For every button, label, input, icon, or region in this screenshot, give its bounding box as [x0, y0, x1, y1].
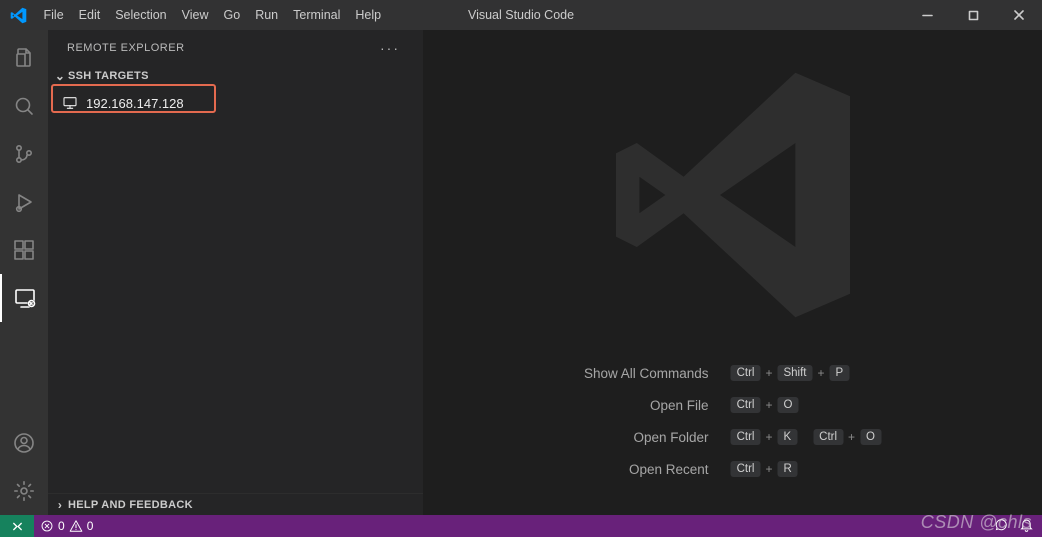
sidebar: REMOTE EXPLORER ··· ⌄ SSH TARGETS 192.16…: [48, 30, 423, 515]
settings-gear-icon[interactable]: [0, 467, 48, 515]
menu-view[interactable]: View: [174, 0, 216, 30]
explorer-icon[interactable]: [0, 34, 48, 82]
section-label: SSH TARGETS: [68, 70, 149, 82]
menu-run[interactable]: Run: [248, 0, 286, 30]
monitor-icon: [62, 95, 78, 111]
menu-terminal[interactable]: Terminal: [286, 0, 348, 30]
feedback-icon[interactable]: [994, 517, 1009, 535]
section-ssh-targets[interactable]: ⌄ SSH TARGETS: [48, 65, 423, 87]
help-section-label: HELP AND FEEDBACK: [68, 499, 193, 511]
chevron-down-icon: ⌄: [52, 69, 68, 83]
extensions-icon[interactable]: [0, 226, 48, 274]
shortcut-open-recent-keys: Ctrl+ R: [731, 461, 881, 477]
problems-status[interactable]: 0 0: [34, 515, 99, 537]
menu-selection[interactable]: Selection: [108, 0, 174, 30]
vscode-watermark-logo: [603, 65, 863, 325]
notifications-icon[interactable]: [1019, 517, 1034, 535]
shortcut-open-file-keys: Ctrl+ O: [731, 397, 881, 413]
key: R: [777, 461, 797, 477]
menu-help[interactable]: Help: [348, 0, 389, 30]
key: Ctrl: [731, 429, 761, 445]
menubar: File Edit Selection View Go Run Terminal…: [36, 0, 389, 30]
error-count: 0: [58, 519, 65, 533]
shortcut-open-folder-keys: Ctrl+ K Ctrl+ O: [731, 429, 881, 445]
section-help-feedback[interactable]: › HELP AND FEEDBACK: [48, 493, 423, 515]
shortcut-open-file-label: Open File: [584, 398, 709, 413]
menu-go[interactable]: Go: [216, 0, 248, 30]
key: P: [830, 365, 850, 381]
ssh-target-host: 192.168.147.128: [86, 96, 184, 111]
activity-bar: [0, 30, 48, 515]
key: K: [777, 429, 797, 445]
warning-count: 0: [87, 519, 94, 533]
sidebar-title: REMOTE EXPLORER ···: [48, 30, 423, 65]
more-actions-icon[interactable]: ···: [380, 40, 400, 56]
titlebar: File Edit Selection View Go Run Terminal…: [0, 0, 1042, 30]
shortcut-show-all-keys: Ctrl+ Shift+ P: [731, 365, 881, 381]
search-icon[interactable]: [0, 82, 48, 130]
key: Shift: [777, 365, 812, 381]
shortcut-open-folder-label: Open Folder: [584, 430, 709, 445]
window-controls: [904, 0, 1042, 30]
remote-explorer-icon[interactable]: [0, 274, 48, 322]
menu-file[interactable]: File: [36, 0, 71, 30]
accounts-icon[interactable]: [0, 419, 48, 467]
remote-window-indicator[interactable]: [0, 515, 34, 537]
menu-edit[interactable]: Edit: [71, 0, 108, 30]
shortcut-open-recent-label: Open Recent: [584, 462, 709, 477]
minimize-button[interactable]: [904, 0, 950, 30]
editor-area: Show All Commands Ctrl+ Shift+ P Open Fi…: [423, 30, 1042, 515]
key: Ctrl: [731, 397, 761, 413]
chevron-right-icon: ›: [52, 498, 68, 512]
key: O: [860, 429, 881, 445]
close-button[interactable]: [996, 0, 1042, 30]
welcome-shortcuts: Show All Commands Ctrl+ Shift+ P Open Fi…: [584, 365, 881, 477]
key: Ctrl: [813, 429, 843, 445]
warning-icon: [69, 519, 83, 533]
maximize-button[interactable]: [950, 0, 996, 30]
shortcut-show-all-label: Show All Commands: [584, 366, 709, 381]
error-icon: [40, 519, 54, 533]
source-control-icon[interactable]: [0, 130, 48, 178]
key: Ctrl: [731, 461, 761, 477]
ssh-target-row[interactable]: 192.168.147.128: [52, 90, 419, 116]
vscode-app-icon: [0, 7, 36, 24]
sidebar-title-label: REMOTE EXPLORER: [67, 42, 185, 54]
key: O: [777, 397, 798, 413]
run-debug-icon[interactable]: [0, 178, 48, 226]
statusbar: 0 0: [0, 515, 1042, 537]
key: Ctrl: [731, 365, 761, 381]
